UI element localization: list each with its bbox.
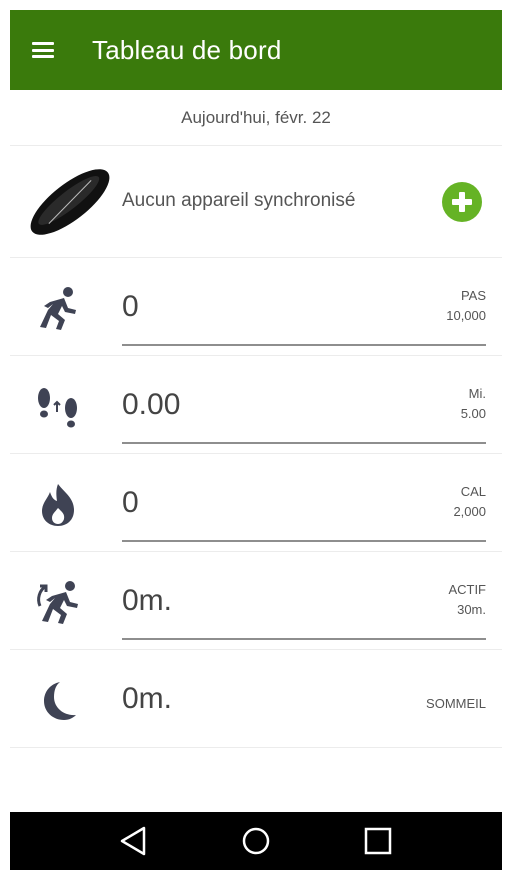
calories-unit: CAL 2,000 xyxy=(453,482,486,522)
active-label: ACTIF xyxy=(448,582,486,597)
app-bar: Tableau de bord xyxy=(10,10,502,90)
calories-value: 0 xyxy=(122,486,139,519)
fitness-band-icon xyxy=(30,169,110,235)
calories-label: CAL xyxy=(460,484,486,499)
active-value: 0m. xyxy=(122,584,173,617)
active-underline xyxy=(122,638,486,640)
sleep-label: SOMMEIL xyxy=(426,696,486,711)
back-triangle-icon[interactable] xyxy=(104,812,164,870)
footprints-icon xyxy=(38,388,77,428)
distance-value: 0.00 xyxy=(122,388,181,421)
flame-icon xyxy=(42,484,74,526)
page-title: Tableau de bord xyxy=(92,34,282,65)
metric-steps[interactable]: 0 PAS 10,000 xyxy=(10,258,502,356)
metric-calories[interactable]: 0 CAL 2,000 xyxy=(10,454,502,552)
home-circle-icon[interactable] xyxy=(226,812,286,870)
steps-unit: PAS 10,000 xyxy=(446,286,486,326)
system-nav-bar xyxy=(10,812,502,870)
running-icon xyxy=(40,287,76,330)
metric-distance[interactable]: 0.00 Mi. 5.00 xyxy=(10,356,502,454)
calories-goal: 2,000 xyxy=(453,504,486,520)
distance-goal: 5.00 xyxy=(460,406,486,422)
date-label[interactable]: Aujourd'hui, févr. 22 xyxy=(10,90,502,146)
steps-goal: 10,000 xyxy=(446,308,486,324)
active-running-icon xyxy=(37,581,78,624)
moon-icon xyxy=(44,682,76,720)
add-device-button[interactable] xyxy=(442,182,482,222)
device-row: Aucun appareil synchronisé xyxy=(10,146,502,258)
steps-value: 0 xyxy=(122,290,139,323)
distance-unit: Mi. 5.00 xyxy=(461,384,486,424)
steps-label: PAS xyxy=(460,288,486,303)
calories-underline xyxy=(122,540,486,542)
active-unit: ACTIF 30m. xyxy=(448,580,486,620)
recent-square-icon[interactable] xyxy=(348,812,408,870)
steps-underline xyxy=(122,344,486,346)
menu-icon[interactable] xyxy=(32,42,54,58)
distance-label: Mi. xyxy=(468,386,486,401)
active-goal: 30m. xyxy=(457,602,486,618)
sleep-value: 0m. xyxy=(122,682,173,715)
metric-active[interactable]: 0m. ACTIF 30m. xyxy=(10,552,502,650)
metric-sleep[interactable]: 0m. SOMMEIL xyxy=(10,650,502,748)
device-status: Aucun appareil synchronisé xyxy=(122,190,356,211)
sleep-unit: SOMMEIL xyxy=(426,694,486,714)
distance-underline xyxy=(122,442,486,444)
